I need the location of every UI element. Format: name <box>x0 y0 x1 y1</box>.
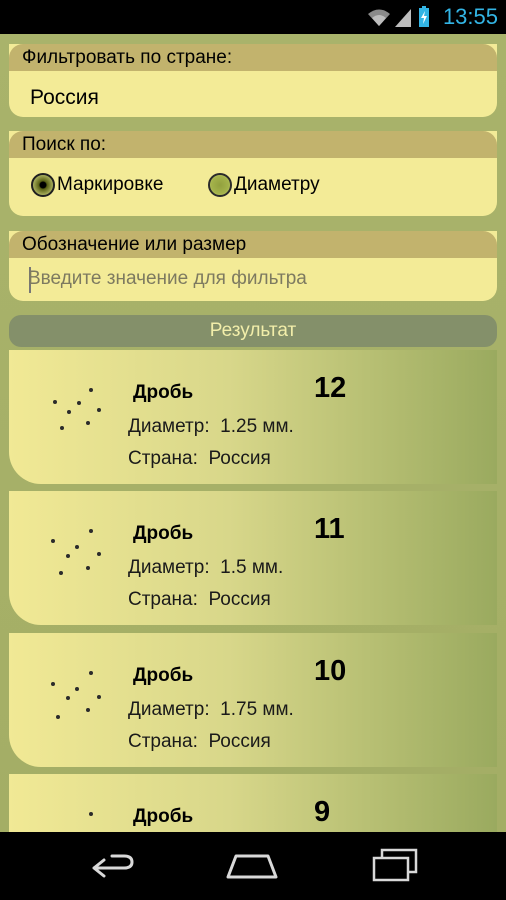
shot-pellets-icon <box>47 812 107 832</box>
radio-marking[interactable]: Маркировке <box>31 173 163 197</box>
country-filter-value[interactable]: Россия <box>30 86 99 110</box>
card-title: Дробь <box>133 523 194 544</box>
designation-panel: Обозначение или размер Введите значение … <box>9 231 497 301</box>
shot-pellets-icon <box>47 529 107 589</box>
card-country: Страна: Россия <box>128 589 271 611</box>
card-number: 9 <box>314 796 331 828</box>
country-label: Страна: <box>128 448 198 469</box>
designation-input[interactable]: Введите значение для фильтра <box>28 268 488 292</box>
country-value: Россия <box>208 731 271 752</box>
result-card[interactable]: Дробь 9 <box>9 774 497 832</box>
designation-label: Обозначение или размер <box>9 231 497 258</box>
card-number: 12 <box>314 372 347 404</box>
app-content: Фильтровать по стране: Россия Поиск по: … <box>0 34 506 832</box>
diameter-label: Диаметр: <box>128 699 210 720</box>
country-filter-panel[interactable]: Фильтровать по стране: Россия <box>9 44 497 117</box>
radio-marking-label: Маркировке <box>57 174 164 195</box>
diameter-value: 1.5 мм. <box>220 557 284 578</box>
result-card[interactable]: Дробь 12 Диаметр: 1.25 мм. Страна: Росси… <box>9 350 497 484</box>
card-diameter: Диаметр: 1.25 мм. <box>128 416 294 438</box>
card-country: Страна: Россия <box>128 731 271 753</box>
wifi-icon <box>368 9 390 26</box>
card-number: 11 <box>314 513 345 545</box>
country-filter-label: Фильтровать по стране: <box>9 44 497 71</box>
country-label: Страна: <box>128 731 198 752</box>
signal-icon <box>395 9 411 27</box>
country-value: Россия <box>208 589 271 610</box>
card-country: Страна: Россия <box>128 448 271 470</box>
result-card[interactable]: Дробь 10 Диаметр: 1.75 мм. Страна: Росси… <box>9 633 497 767</box>
radio-unselected-icon[interactable] <box>208 173 232 197</box>
card-number: 10 <box>314 655 347 687</box>
search-by-label: Поиск по: <box>9 131 497 158</box>
card-title: Дробь <box>133 382 194 403</box>
country-label: Страна: <box>128 589 198 610</box>
shot-pellets-icon <box>47 388 107 448</box>
card-title: Дробь <box>133 665 194 686</box>
status-time: 13:55 <box>442 4 498 29</box>
diameter-value: 1.25 мм. <box>220 416 294 437</box>
back-icon[interactable] <box>82 846 142 886</box>
country-value: Россия <box>208 448 271 469</box>
diameter-label: Диаметр: <box>128 416 210 437</box>
card-diameter: Диаметр: 1.5 мм. <box>128 557 283 579</box>
diameter-value: 1.75 мм. <box>220 699 294 720</box>
battery-icon <box>419 6 429 27</box>
diameter-label: Диаметр: <box>128 557 210 578</box>
result-header: Результат <box>9 315 497 347</box>
status-bar: 13:55 <box>0 0 506 34</box>
recent-apps-icon[interactable] <box>364 846 424 886</box>
radio-selected-icon[interactable] <box>31 173 55 197</box>
home-icon[interactable] <box>222 846 282 886</box>
result-card[interactable]: Дробь 11 Диаметр: 1.5 мм. Страна: Россия <box>9 491 497 625</box>
radio-diameter[interactable]: Диаметру <box>208 173 320 197</box>
card-title: Дробь <box>133 806 194 827</box>
card-diameter: Диаметр: 1.75 мм. <box>128 699 294 721</box>
search-by-panel: Поиск по: Маркировке Диаметру <box>9 131 497 216</box>
shot-pellets-icon <box>47 671 107 731</box>
navigation-bar <box>0 832 506 900</box>
radio-diameter-label: Диаметру <box>234 174 320 195</box>
